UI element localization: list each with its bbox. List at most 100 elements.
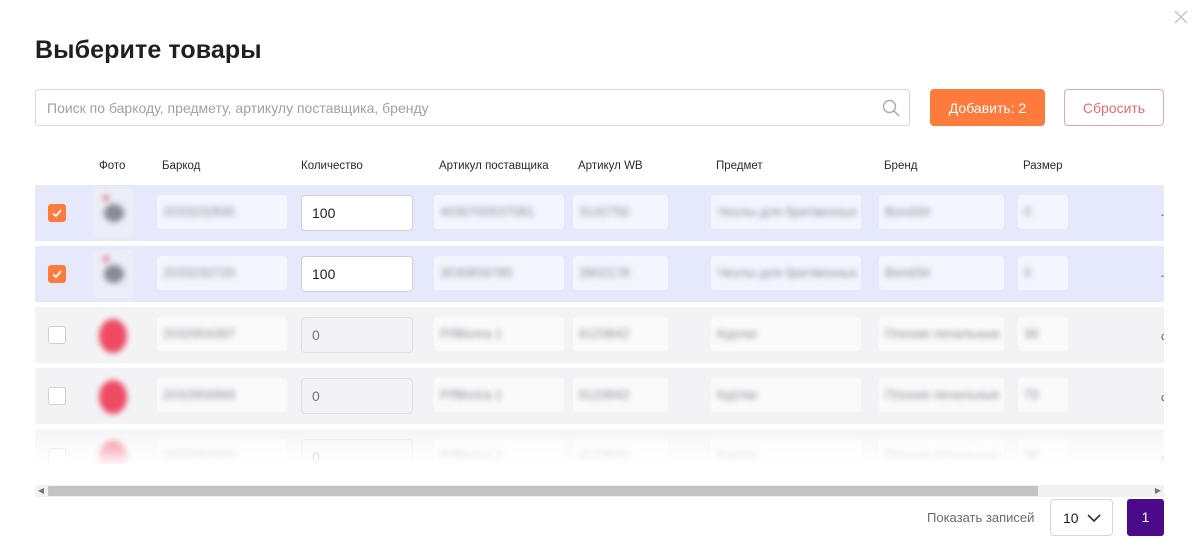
products-table: Фото Баркод Количество Артикул поставщик… bbox=[35, 150, 1164, 464]
row-checkbox[interactable] bbox=[48, 204, 66, 222]
cell-subject-text: Чехлы для бритвенных bbox=[717, 204, 858, 219]
cell-subject-text: Куртки bbox=[717, 326, 757, 341]
cell-subject-text: Куртки bbox=[717, 448, 757, 463]
cell-size: 38 bbox=[1018, 439, 1068, 464]
cell-overflow: с bbox=[1161, 453, 1164, 464]
page-size-label: Показать записей bbox=[927, 510, 1035, 525]
cell-barcode-text: 2033232720 bbox=[163, 265, 236, 280]
cell-wb-code: 6123842 bbox=[573, 378, 668, 412]
chevron-down-icon bbox=[1087, 514, 1101, 523]
scrollbar-thumb[interactable] bbox=[48, 486, 1038, 496]
close-icon bbox=[1174, 10, 1188, 24]
row-checkbox[interactable] bbox=[48, 387, 66, 405]
cell-brand: Bond34 bbox=[879, 195, 1004, 229]
cell-wb-code: 6123842 bbox=[573, 317, 668, 351]
cell-subject: Куртки bbox=[711, 378, 861, 412]
quantity-input[interactable] bbox=[301, 439, 413, 464]
cell-size-text: 70 bbox=[1024, 387, 1039, 402]
cell-size: 36 bbox=[1018, 317, 1068, 351]
column-header-photo: Фото bbox=[99, 160, 126, 172]
cell-size: 70 bbox=[1018, 378, 1068, 412]
horizontal-scrollbar[interactable]: ◀ ▶ bbox=[35, 485, 1164, 497]
cell-wb-code-text: 6123842 bbox=[579, 387, 630, 402]
close-button[interactable] bbox=[1170, 6, 1192, 28]
scroll-left-icon[interactable]: ◀ bbox=[35, 485, 47, 497]
table-row[interactable]: 2032954397 РЛВолга 1 6123842 Куртки Плохие п… bbox=[35, 307, 1164, 363]
cell-barcode: 2032954397 bbox=[157, 317, 287, 351]
cell-vendor-code-text: РЛВолга 2 bbox=[440, 448, 503, 463]
dialog-title: Выберите товары bbox=[35, 36, 262, 64]
cell-brand-text: Плохие печальные bbox=[885, 387, 1000, 402]
product-photo bbox=[93, 189, 133, 237]
cell-barcode: 2033232835 bbox=[157, 195, 287, 229]
product-photo bbox=[93, 311, 133, 359]
cell-barcode-text: 2032954397 bbox=[163, 326, 236, 341]
cell-subject: Куртки bbox=[711, 317, 861, 351]
table-row[interactable]: 2033232720 3030859785 3902178 Чехлы для бри… bbox=[35, 246, 1164, 302]
cell-subject-text: Куртки bbox=[717, 387, 757, 402]
search-input[interactable] bbox=[36, 90, 866, 125]
cell-size: 0 bbox=[1018, 195, 1068, 229]
cell-brand: Bond34 bbox=[879, 256, 1004, 290]
cell-barcode-text: 2032954400 bbox=[163, 448, 236, 463]
cell-barcode: 2033232720 bbox=[157, 256, 287, 290]
search-icon[interactable] bbox=[881, 98, 901, 118]
cell-vendor-code: 3030859785 bbox=[434, 256, 564, 290]
column-header-quantity: Количество bbox=[301, 160, 363, 172]
cell-vendor-code: РЛВолга 1 bbox=[434, 378, 564, 412]
cell-wb-code-text: 6123842 bbox=[579, 326, 630, 341]
row-checkbox[interactable] bbox=[48, 326, 66, 344]
quantity-input[interactable] bbox=[301, 195, 413, 231]
row-checkbox[interactable] bbox=[48, 265, 66, 283]
cell-barcode: 2032954400 bbox=[157, 439, 287, 464]
cell-brand: Плохие печальные bbox=[879, 439, 1004, 464]
cell-wb-code-text: 3142792 bbox=[579, 204, 630, 219]
product-photo bbox=[93, 433, 133, 464]
cell-brand-text: Плохие печальные bbox=[885, 448, 1000, 463]
column-header-barcode: Баркод bbox=[162, 160, 201, 172]
product-photo bbox=[93, 250, 133, 298]
table-row[interactable]: 2033232835 4030700537081 3142792 Чехлы для … bbox=[35, 185, 1164, 241]
table-row[interactable]: 2032956866 РЛВолга 1 6123842 Куртки Плохие п… bbox=[35, 368, 1164, 424]
quantity-input[interactable] bbox=[301, 317, 413, 353]
cell-barcode-text: 2032956866 bbox=[163, 387, 236, 402]
cell-wb-code-text: 3902178 bbox=[579, 265, 630, 280]
page-button-current[interactable]: 1 bbox=[1127, 499, 1164, 536]
cell-subject: Чехлы для бритвенных bbox=[711, 195, 861, 229]
cell-brand-text: Bond34 bbox=[885, 204, 930, 219]
cell-overflow: с bbox=[1161, 392, 1164, 404]
quantity-input[interactable] bbox=[301, 256, 413, 292]
cell-wb-code: 3142792 bbox=[573, 195, 668, 229]
column-header-size: Размер bbox=[1023, 160, 1063, 172]
cell-size-text: 0 bbox=[1024, 265, 1032, 280]
page-size-select[interactable]: 10 bbox=[1050, 499, 1113, 536]
column-header-wb-code: Артикул WB bbox=[578, 160, 643, 172]
table-header: Фото Баркод Количество Артикул поставщик… bbox=[35, 150, 1164, 184]
row-checkbox[interactable] bbox=[48, 448, 66, 464]
cell-vendor-code-text: 4030700537081 bbox=[440, 204, 534, 219]
column-header-brand: Бренд bbox=[884, 160, 918, 172]
cell-brand-text: Bond34 bbox=[885, 265, 930, 280]
reset-button[interactable]: Сбросить bbox=[1064, 89, 1164, 126]
cell-overflow: с bbox=[1161, 331, 1164, 343]
scroll-right-icon[interactable]: ▶ bbox=[1152, 485, 1164, 497]
cell-barcode: 2032956866 bbox=[157, 378, 287, 412]
cell-wb-code-text: 6123843 bbox=[579, 448, 630, 463]
cell-vendor-code: РЛВолга 2 bbox=[434, 439, 564, 464]
table-row[interactable]: 2032954400 РЛВолга 2 6123843 Куртки Плохие п… bbox=[35, 429, 1164, 464]
cell-size: 0 bbox=[1018, 256, 1068, 290]
cell-overflow: — bbox=[1161, 209, 1164, 221]
cell-vendor-code-text: 3030859785 bbox=[440, 265, 513, 280]
cell-vendor-code: РЛВолга 1 bbox=[434, 317, 564, 351]
cell-wb-code: 6123843 bbox=[573, 439, 668, 464]
column-header-vendor-code: Артикул поставщика bbox=[439, 160, 549, 172]
quantity-input[interactable] bbox=[301, 378, 413, 414]
cell-wb-code: 3902178 bbox=[573, 256, 668, 290]
check-icon bbox=[52, 209, 62, 218]
cell-size-text: 0 bbox=[1024, 204, 1032, 219]
add-button[interactable]: Добавить: 2 bbox=[930, 89, 1045, 126]
product-photo bbox=[93, 372, 133, 420]
search-box bbox=[35, 89, 910, 126]
cell-subject-text: Чехлы для бритвенных bbox=[717, 265, 858, 280]
cell-subject: Чехлы для бритвенных bbox=[711, 256, 861, 290]
